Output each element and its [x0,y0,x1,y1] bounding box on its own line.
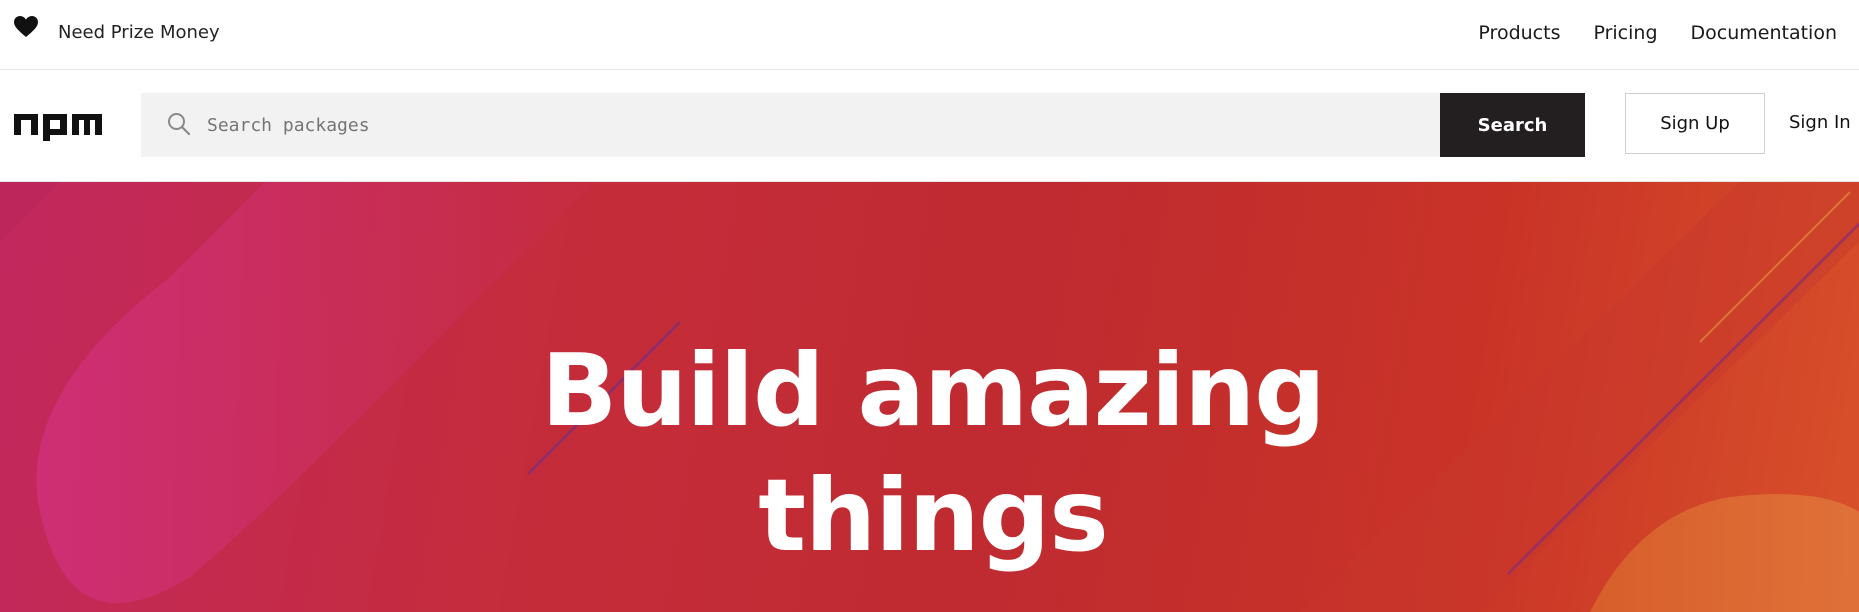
search-box [141,93,1440,157]
hero-banner: Build amazing things [0,182,1859,612]
nav-link-products[interactable]: Products [1478,20,1560,46]
search-form: Search [141,93,1585,157]
top-nav: Products Pricing Documentation [1478,20,1837,46]
search-input[interactable] [207,93,1427,157]
nav-link-documentation[interactable]: Documentation [1691,20,1837,46]
hero-title: Build amazing things [0,328,1859,578]
nav-link-pricing[interactable]: Pricing [1593,20,1657,46]
search-button[interactable]: Search [1440,93,1585,157]
hero-title-line-1: Build amazing [541,332,1326,449]
heart-icon[interactable] [14,16,38,38]
signin-link[interactable]: Sign In [1789,110,1851,136]
top-strip: Need Prize Money Products Pricing Docume… [0,0,1859,70]
tagline: Need Prize Money [58,22,220,43]
npm-logo[interactable] [14,114,102,141]
search-icon [168,113,191,136]
hero-title-line-2: things [758,457,1109,574]
signup-button[interactable]: Sign Up [1625,93,1765,154]
